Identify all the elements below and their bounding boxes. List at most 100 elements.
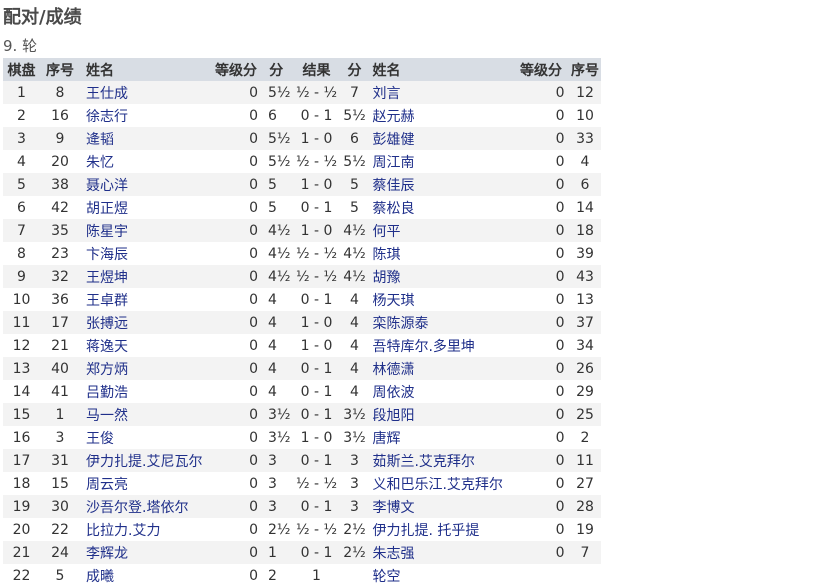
- black-points-cell: 4: [342, 311, 367, 334]
- white-player-name[interactable]: 张搏远: [80, 311, 210, 334]
- board-cell: 2: [3, 104, 40, 127]
- white-points-cell: 3½: [262, 403, 291, 426]
- board-cell: 3: [3, 127, 40, 150]
- black-player-name[interactable]: 周江南: [366, 150, 514, 173]
- black-player-name[interactable]: 茹斯兰.艾克拜尔: [366, 449, 514, 472]
- board-cell: 15: [3, 403, 40, 426]
- table-row: 11 17 张搏远 0 4 1 - 0 4 栾陈源泰 0 37: [3, 311, 602, 334]
- board-cell: 10: [3, 288, 40, 311]
- white-player-name[interactable]: 王仕成: [80, 81, 210, 104]
- black-points-cell: 3½: [342, 426, 367, 449]
- black-points-cell: 5½: [342, 150, 367, 173]
- black-player-name[interactable]: 义和巴乐江.艾克拜尔: [366, 472, 514, 495]
- white-player-name[interactable]: 胡正煜: [80, 196, 210, 219]
- board-cell: 12: [3, 334, 40, 357]
- white-player-name[interactable]: 蒋逸天: [80, 334, 210, 357]
- black-points-cell: 4: [342, 288, 367, 311]
- black-rating-cell: 0: [513, 127, 569, 150]
- white-rating-cell: 0: [210, 81, 262, 104]
- result-cell: 0 - 1: [290, 495, 343, 518]
- black-player-name[interactable]: 栾陈源泰: [366, 311, 514, 334]
- white-seq-cell: 41: [40, 380, 80, 403]
- black-seq-cell: 2: [568, 426, 602, 449]
- white-player-name[interactable]: 郑方炳: [80, 357, 210, 380]
- black-points-cell: 3: [342, 495, 367, 518]
- black-points-cell: 4: [342, 357, 367, 380]
- white-seq-cell: 23: [40, 242, 80, 265]
- table-row: 6 42 胡正煜 0 5 0 - 1 5 蔡松良 0 14: [3, 196, 602, 219]
- black-player-name[interactable]: 胡豫: [366, 265, 514, 288]
- white-player-name[interactable]: 聂心洋: [80, 173, 210, 196]
- white-player-name[interactable]: 陈星宇: [80, 219, 210, 242]
- black-player-name[interactable]: 段旭阳: [366, 403, 514, 426]
- black-player-name[interactable]: 赵元赫: [366, 104, 514, 127]
- black-player-name: 轮空: [366, 564, 514, 587]
- white-player-name[interactable]: 王卓群: [80, 288, 210, 311]
- white-seq-cell: 20: [40, 150, 80, 173]
- header-rating: 等级分: [210, 58, 262, 81]
- black-player-name[interactable]: 唐辉: [366, 426, 514, 449]
- black-points-cell: 5½: [342, 104, 367, 127]
- black-player-name[interactable]: 林德潇: [366, 357, 514, 380]
- black-seq-cell: 26: [568, 357, 602, 380]
- black-player-name[interactable]: 伊力扎提. 托乎提: [366, 518, 514, 541]
- black-player-name[interactable]: 蔡佳辰: [366, 173, 514, 196]
- black-player-name[interactable]: 吾特库尔.多里坤: [366, 334, 514, 357]
- white-points-cell: 4: [262, 288, 291, 311]
- table-row: 5 38 聂心洋 0 5 1 - 0 5 蔡佳辰 0 6: [3, 173, 602, 196]
- result-cell: 1 - 0: [290, 311, 343, 334]
- white-points-cell: 2: [262, 564, 291, 587]
- table-row: 19 30 沙吾尔登.塔依尔 0 3 0 - 1 3 李博文 0 28: [3, 495, 602, 518]
- black-player-name[interactable]: 刘言: [366, 81, 514, 104]
- black-rating-cell: 0: [513, 541, 569, 564]
- white-seq-cell: 16: [40, 104, 80, 127]
- black-player-name[interactable]: 何平: [366, 219, 514, 242]
- result-cell: 0 - 1: [290, 288, 343, 311]
- white-player-name[interactable]: 王煜坤: [80, 265, 210, 288]
- white-seq-cell: 17: [40, 311, 80, 334]
- black-rating-cell: 0: [513, 311, 569, 334]
- white-player-name[interactable]: 马一然: [80, 403, 210, 426]
- table-row: 16 3 王俊 0 3½ 1 - 0 3½ 唐辉 0 2: [3, 426, 602, 449]
- white-player-name[interactable]: 李辉龙: [80, 541, 210, 564]
- black-player-name[interactable]: 李博文: [366, 495, 514, 518]
- black-rating-cell: 0: [513, 104, 569, 127]
- white-player-name[interactable]: 吕勤浩: [80, 380, 210, 403]
- table-row: 17 31 伊力扎提.艾尼瓦尔 0 3 0 - 1 3 茹斯兰.艾克拜尔 0 11: [3, 449, 602, 472]
- result-cell: ½ - ½: [290, 242, 343, 265]
- white-seq-cell: 5: [40, 564, 80, 587]
- result-cell: ½ - ½: [290, 472, 343, 495]
- white-rating-cell: 0: [210, 403, 262, 426]
- black-seq-cell: 14: [568, 196, 602, 219]
- white-player-name[interactable]: 伊力扎提.艾尼瓦尔: [80, 449, 210, 472]
- black-points-cell: 4: [342, 380, 367, 403]
- black-player-name[interactable]: 杨天琪: [366, 288, 514, 311]
- white-player-name[interactable]: 卞海辰: [80, 242, 210, 265]
- white-player-name[interactable]: 沙吾尔登.塔依尔: [80, 495, 210, 518]
- black-player-name[interactable]: 朱志强: [366, 541, 514, 564]
- white-player-name[interactable]: 成曦: [80, 564, 210, 587]
- result-cell: 1 - 0: [290, 173, 343, 196]
- white-player-name[interactable]: 朱忆: [80, 150, 210, 173]
- black-rating-cell: 0: [513, 518, 569, 541]
- white-points-cell: 5: [262, 196, 291, 219]
- result-cell: 0 - 1: [290, 357, 343, 380]
- white-player-name[interactable]: 逄韬: [80, 127, 210, 150]
- white-seq-cell: 42: [40, 196, 80, 219]
- board-cell: 5: [3, 173, 40, 196]
- white-player-name[interactable]: 比拉力.艾力: [80, 518, 210, 541]
- white-player-name[interactable]: 王俊: [80, 426, 210, 449]
- white-player-name[interactable]: 徐志行: [80, 104, 210, 127]
- white-rating-cell: 0: [210, 127, 262, 150]
- black-player-name[interactable]: 蔡松良: [366, 196, 514, 219]
- white-rating-cell: 0: [210, 449, 262, 472]
- black-seq-cell: 43: [568, 265, 602, 288]
- black-rating-cell: 0: [513, 265, 569, 288]
- white-player-name[interactable]: 周云亮: [80, 472, 210, 495]
- black-rating-cell: 0: [513, 380, 569, 403]
- black-player-name[interactable]: 彭雄健: [366, 127, 514, 150]
- black-points-cell: 6: [342, 127, 367, 150]
- white-rating-cell: 0: [210, 472, 262, 495]
- black-player-name[interactable]: 陈琪: [366, 242, 514, 265]
- black-player-name[interactable]: 周依波: [366, 380, 514, 403]
